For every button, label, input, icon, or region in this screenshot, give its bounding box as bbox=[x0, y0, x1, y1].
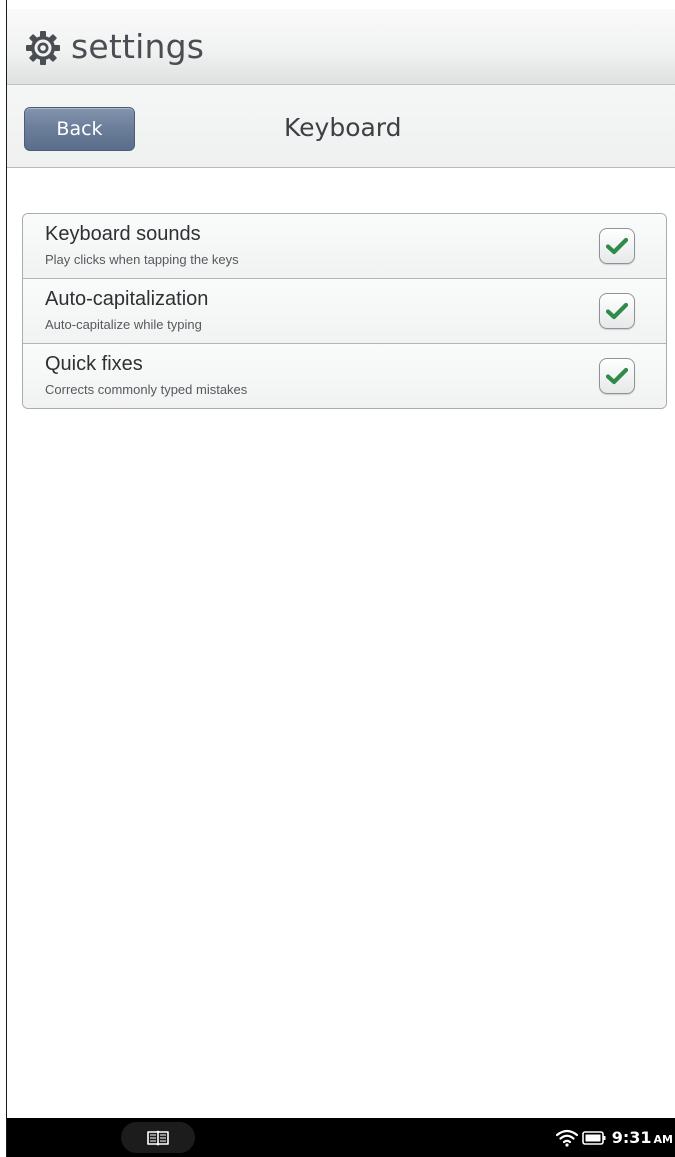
settings-list: Keyboard sounds Play clicks when tapping… bbox=[22, 213, 667, 409]
checkmark-icon bbox=[606, 237, 628, 255]
screen-top-edge bbox=[7, 0, 675, 9]
wifi-icon bbox=[555, 1129, 578, 1147]
status-area: 9:31 AM bbox=[555, 1118, 675, 1157]
setting-title: Quick fixes bbox=[45, 353, 143, 375]
navigation-bar: Back Keyboard bbox=[7, 85, 675, 168]
keyboard-sounds-checkbox[interactable] bbox=[599, 228, 635, 264]
app-title: settings bbox=[71, 27, 205, 66]
setting-description: Corrects commonly typed mistakes bbox=[45, 382, 248, 397]
battery-icon bbox=[581, 1130, 606, 1145]
checkmark-icon bbox=[606, 367, 628, 385]
setting-row-auto-capitalization[interactable]: Auto-capitalization Auto-capitalize whil… bbox=[23, 279, 666, 344]
app-header: settings bbox=[7, 9, 675, 85]
library-button[interactable] bbox=[121, 1122, 195, 1153]
checkmark-icon bbox=[606, 302, 628, 320]
quick-fixes-checkbox[interactable] bbox=[599, 358, 635, 394]
setting-row-quick-fixes[interactable]: Quick fixes Corrects commonly typed mist… bbox=[23, 344, 666, 408]
page-title: Keyboard bbox=[284, 113, 402, 142]
setting-row-keyboard-sounds[interactable]: Keyboard sounds Play clicks when tapping… bbox=[23, 214, 666, 279]
setting-description: Auto-capitalize while typing bbox=[45, 317, 202, 332]
back-button[interactable]: Back bbox=[24, 107, 135, 151]
clock-period: AM bbox=[653, 1132, 673, 1146]
setting-description: Play clicks when tapping the keys bbox=[45, 252, 239, 267]
setting-title: Auto-capitalization bbox=[45, 288, 209, 310]
clock: 9:31 bbox=[611, 1128, 652, 1147]
screen-edge bbox=[0, 0, 7, 1157]
auto-capitalization-checkbox[interactable] bbox=[599, 293, 635, 329]
screen: settings Back Keyboard Keyboard sounds P… bbox=[0, 0, 675, 1157]
library-icon bbox=[147, 1130, 169, 1145]
system-bar: 9:31 AM bbox=[7, 1118, 675, 1157]
gear-icon bbox=[26, 30, 60, 65]
setting-title: Keyboard sounds bbox=[45, 223, 201, 245]
